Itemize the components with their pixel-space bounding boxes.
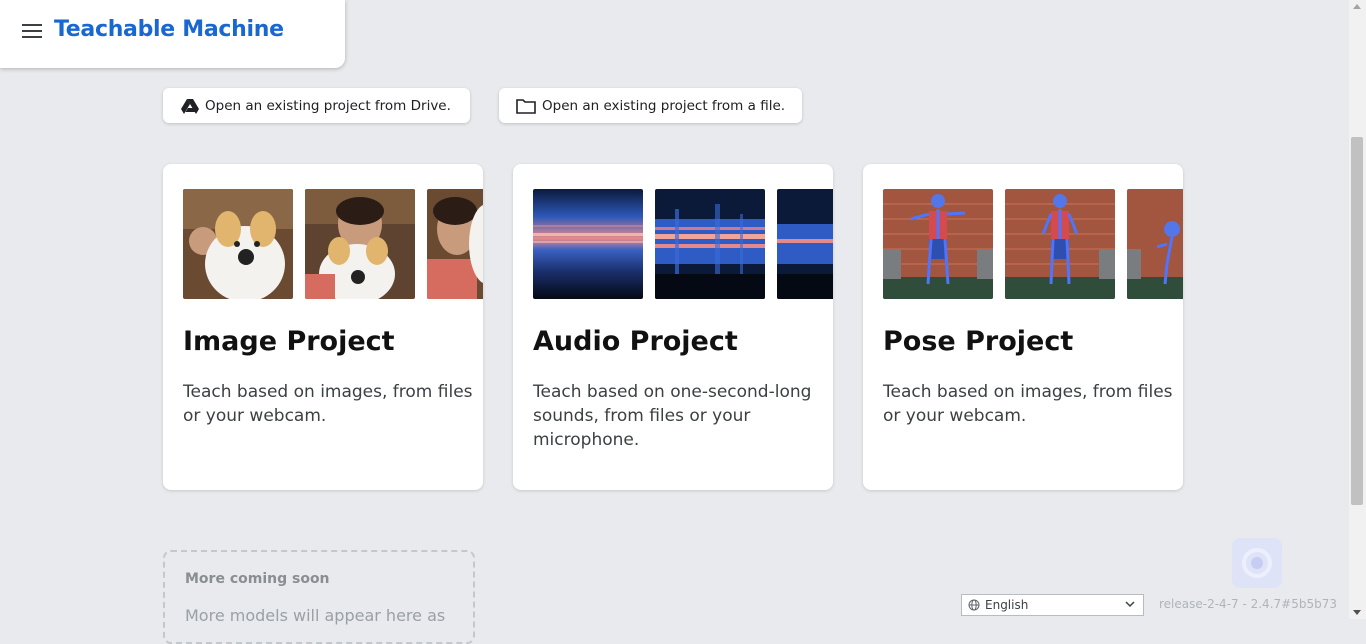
scroll-up-arrow-icon[interactable] bbox=[1353, 4, 1361, 9]
image-thumbnails bbox=[183, 189, 483, 299]
coming-soon-text: More models will appear here as bbox=[185, 606, 446, 625]
image-project-description: Teach based on images, from files or you… bbox=[183, 382, 473, 426]
spectrogram-thumbnail-1 bbox=[533, 189, 643, 299]
app-name[interactable]: Teachable Machine bbox=[54, 17, 284, 42]
vertical-scrollbar[interactable] bbox=[1349, 0, 1366, 619]
coming-soon-title: More coming soon bbox=[185, 571, 330, 587]
chevron-down-icon bbox=[1125, 601, 1135, 608]
pose-project-description: Teach based on images, from files or you… bbox=[883, 382, 1173, 426]
language-select-value: English bbox=[985, 598, 1029, 612]
spectrogram-thumbnail-2 bbox=[655, 189, 765, 299]
pose-thumbnails bbox=[883, 189, 1183, 299]
audio-project-title: Audio Project bbox=[533, 326, 738, 357]
image-thumbnail-2 bbox=[305, 189, 415, 299]
image-project-card[interactable]: Image Project Teach based on images, fro… bbox=[163, 164, 483, 490]
pose-thumbnail-1 bbox=[883, 189, 993, 299]
google-drive-icon bbox=[181, 98, 199, 114]
language-select[interactable]: English bbox=[961, 594, 1144, 616]
spectrogram-thumbnail-3 bbox=[777, 189, 833, 299]
image-thumbnail-3 bbox=[427, 189, 483, 299]
pose-thumbnail-2 bbox=[1005, 189, 1115, 299]
pose-project-card[interactable]: Pose Project Teach based on images, from… bbox=[863, 164, 1183, 490]
pose-project-title: Pose Project bbox=[883, 326, 1074, 357]
audio-thumbnails bbox=[533, 189, 833, 299]
assistant-swirl-icon bbox=[1242, 548, 1272, 578]
pose-thumbnail-3 bbox=[1127, 189, 1183, 299]
globe-icon bbox=[968, 599, 980, 611]
coming-soon-card: More coming soon More models will appear… bbox=[163, 550, 475, 644]
open-from-file-label: Open an existing project from a file. bbox=[542, 97, 786, 114]
scrollbar-thumb[interactable] bbox=[1351, 137, 1363, 505]
open-from-drive-label: Open an existing project from Drive. bbox=[205, 97, 451, 114]
audio-project-card[interactable]: Audio Project Teach based on one-second-… bbox=[513, 164, 833, 490]
open-from-file-button[interactable]: Open an existing project from a file. bbox=[499, 88, 802, 123]
image-project-title: Image Project bbox=[183, 326, 395, 357]
image-thumbnail-1 bbox=[183, 189, 293, 299]
hamburger-menu-icon[interactable] bbox=[22, 24, 42, 40]
open-from-drive-button[interactable]: Open an existing project from Drive. bbox=[163, 88, 470, 123]
release-version: release-2-4-7 - 2.4.7#5b5b73 bbox=[1159, 597, 1337, 611]
audio-project-description: Teach based on one-second-long sounds, f… bbox=[533, 382, 812, 450]
assistant-button[interactable] bbox=[1232, 538, 1282, 588]
app-header: Teachable Machine bbox=[0, 0, 345, 68]
scroll-down-arrow-icon[interactable] bbox=[1353, 610, 1361, 615]
folder-icon bbox=[516, 98, 536, 114]
